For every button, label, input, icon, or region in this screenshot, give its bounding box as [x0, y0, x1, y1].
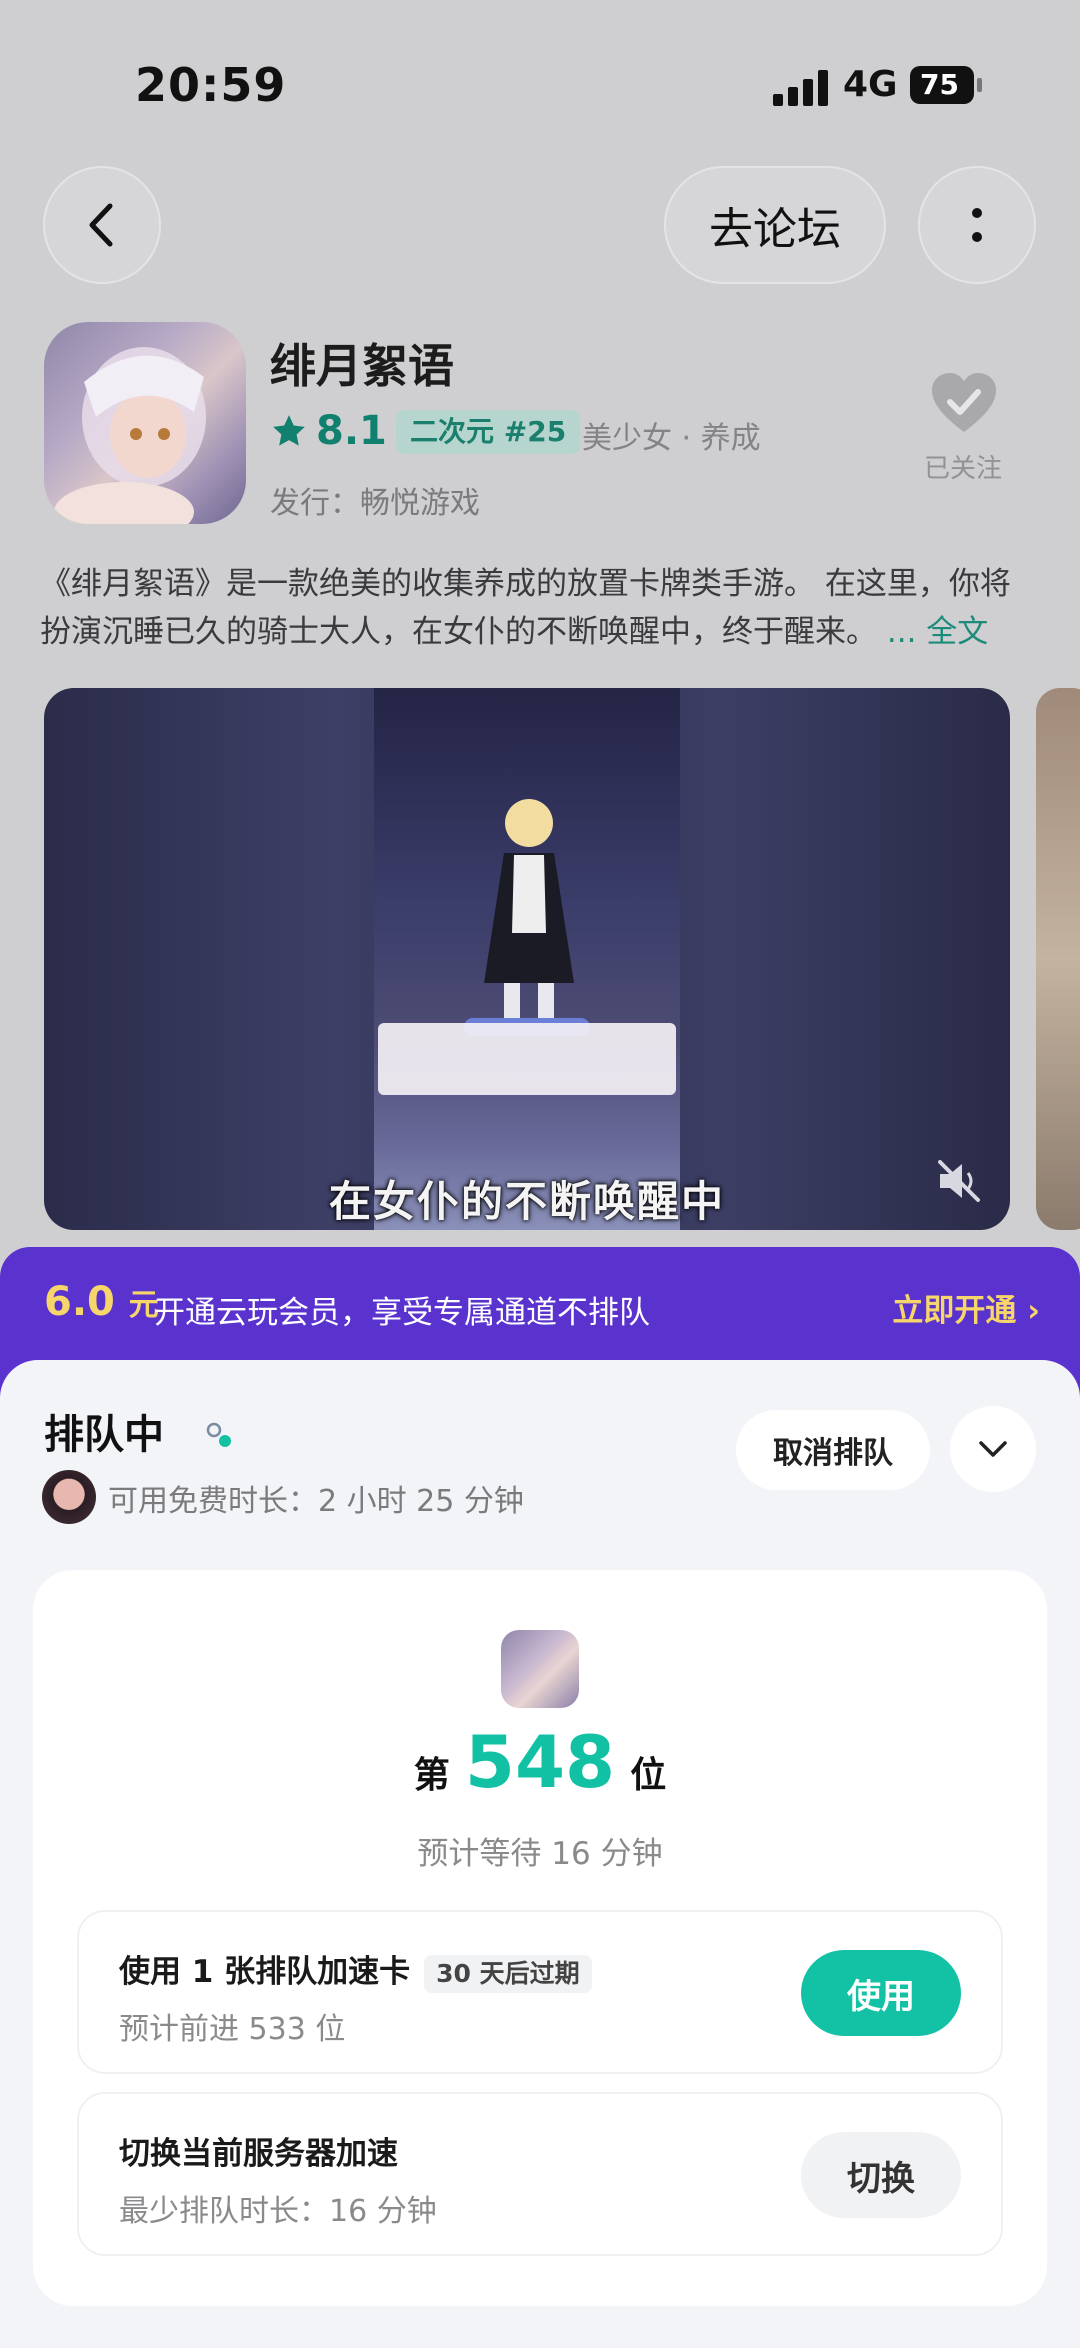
forum-button[interactable]: 去论坛 — [664, 166, 886, 284]
signal-icon — [773, 70, 829, 106]
switch-server-subtitle: 最少排队时长：16 分钟 — [119, 2194, 437, 2229]
open-membership-link[interactable]: 立即开通 › — [892, 1285, 1040, 1330]
mute-icon[interactable] — [934, 1156, 984, 1206]
position-prefix: 第 — [413, 1755, 450, 1796]
next-media-thumbnail[interactable] — [1036, 688, 1080, 1230]
game-description: 《绯月絮语》是一款绝美的收集养成的放置卡牌类手游。 在这里，你将扮演沉睡已久的骑… — [40, 560, 1040, 656]
heart-check-icon[interactable] — [930, 372, 998, 434]
queue-title: 排队中 — [44, 1412, 164, 1458]
chevron-left-icon — [89, 203, 113, 247]
expand-description-link[interactable]: ... 全文 — [887, 614, 988, 650]
expiry-chip: 30 天后过期 — [424, 1954, 592, 1993]
video-subtitle: 在女仆的不断唤醒中 — [328, 1177, 725, 1226]
loading-icon — [206, 1422, 231, 1447]
rank-chip[interactable]: 二次元 #25 — [396, 410, 581, 454]
chevron-down-icon — [979, 1441, 1007, 1457]
member-banner-text: 开通云玩会员，享受专属通道不排队 — [154, 1295, 650, 1331]
collapse-button[interactable] — [950, 1406, 1036, 1492]
description-text: 《绯月絮语》是一款绝美的收集养成的放置卡牌类手游。 在这里，你将扮演沉睡已久的骑… — [40, 566, 1011, 650]
queue-sheet: 排队中 可用免费时长：2 小时 25 分钟 取消排队 第 548 位 预计等待 … — [0, 1360, 1080, 2348]
position-suffix: 位 — [630, 1755, 667, 1796]
trailer-video[interactable]: 在女仆的不断唤醒中 — [44, 688, 1010, 1230]
speedup-card-option: 使用 1 张排队加速卡 30 天后过期 预计前进 533 位 使用 — [77, 1910, 1003, 2074]
more-vertical-icon — [972, 208, 982, 242]
position-number: 548 — [464, 1720, 616, 1804]
member-price: 6.0 元 — [44, 1279, 159, 1325]
character-illustration — [484, 799, 574, 1028]
dialog-box — [378, 1023, 676, 1095]
star-icon — [273, 415, 305, 446]
status-time: 20:59 — [135, 58, 287, 112]
switch-server-title: 切换当前服务器加速 — [119, 2136, 398, 2172]
price-value: 6.0 — [44, 1279, 115, 1325]
publisher[interactable]: 发行：畅悦游戏 — [270, 478, 480, 522]
game-title: 绯月絮语 — [270, 339, 454, 393]
network-type: 4G — [843, 64, 898, 105]
back-button[interactable] — [43, 166, 161, 284]
estimated-wait: 预计等待 16 分钟 — [417, 1836, 663, 1872]
switch-server-option: 切换当前服务器加速 最少排队时长：16 分钟 切换 — [77, 2092, 1003, 2256]
free-time-remaining: 可用免费时长：2 小时 25 分钟 — [108, 1484, 524, 1519]
follow-label[interactable]: 已关注 — [924, 448, 1002, 485]
game-icon — [44, 322, 246, 524]
rating-value: 8.1 — [316, 408, 387, 454]
use-speedup-button[interactable]: 使用 — [801, 1950, 961, 2036]
cancel-queue-button[interactable]: 取消排队 — [736, 1410, 930, 1490]
switch-server-button[interactable]: 切换 — [801, 2132, 961, 2218]
game-tags[interactable]: 美少女 · 养成 — [582, 413, 761, 457]
rating: 8.1 — [270, 408, 387, 454]
speedup-card-subtitle: 预计前进 533 位 — [119, 2012, 346, 2047]
speedup-card-title: 使用 1 张排队加速卡 30 天后过期 — [119, 1946, 592, 1993]
video-frame — [374, 688, 680, 1230]
game-detail-page: 20:59 4G 75 去论坛 绯月絮语 8.1 二次元 #25 美少女 · 养… — [0, 0, 1080, 1260]
more-menu-button[interactable] — [918, 166, 1036, 284]
battery-icon: 75 — [910, 66, 982, 104]
queue-position: 第 548 位 — [33, 1720, 1047, 1804]
game-icon-small — [501, 1630, 579, 1708]
queue-card: 第 548 位 预计等待 16 分钟 使用 1 张排队加速卡 30 天后过期 预计… — [33, 1570, 1047, 2306]
speedup-card-label: 使用 1 张排队加速卡 — [119, 1954, 411, 1990]
avatar — [42, 1470, 96, 1524]
